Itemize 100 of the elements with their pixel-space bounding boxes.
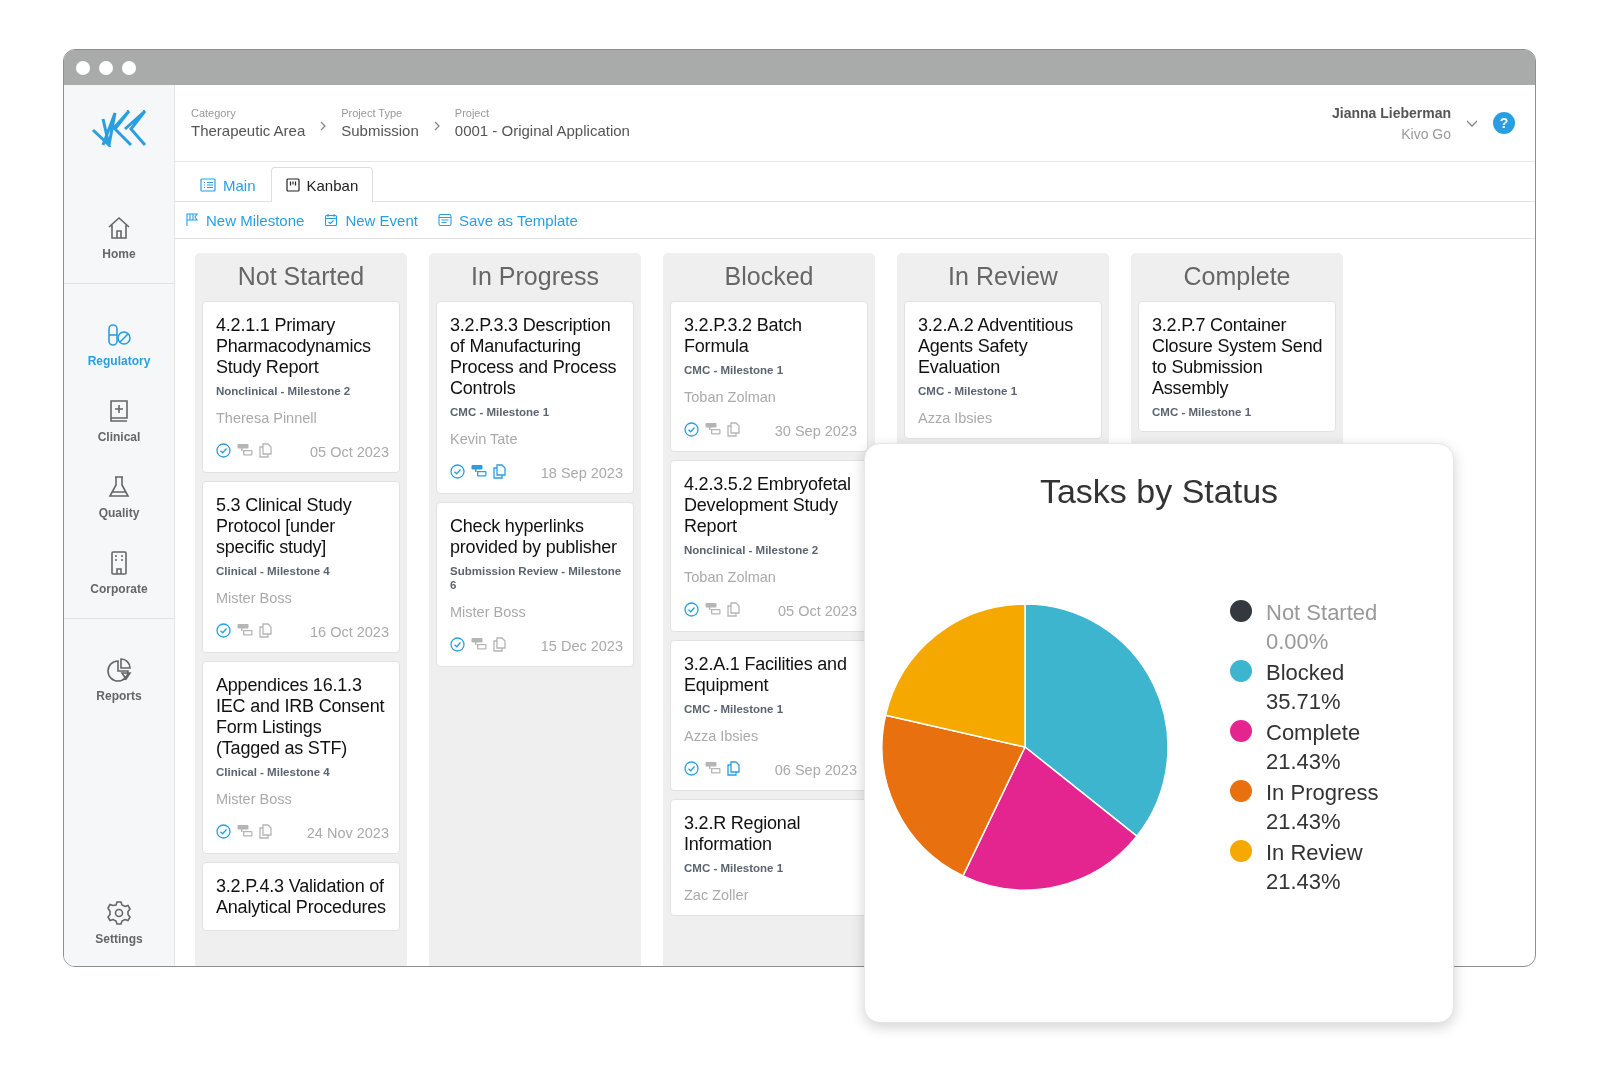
task-milestone: Nonclinical - Milestone 2 — [684, 543, 820, 557]
task-milestone: CMC - Milestone 1 — [684, 702, 785, 716]
task-card[interactable]: 5.3 Clinical Study Protocol [under specific study] Clinical - Milestone 4 Mister Boss 16 Oct 2023 — [202, 481, 400, 653]
comments-icon[interactable] — [471, 637, 487, 651]
task-due-date: 05 Oct 2023 — [778, 602, 857, 619]
comments-icon[interactable] — [705, 422, 721, 436]
chevron-down-icon[interactable] — [1465, 118, 1479, 128]
task-assignee: Kevin Tate — [450, 431, 519, 447]
task-title: 3.2.P.3.2 Batch Formula — [684, 315, 803, 357]
copy-icon[interactable] — [259, 442, 272, 458]
comments-icon[interactable] — [705, 761, 721, 775]
task-card[interactable]: Appendices 16.1.3 IEC and IRB Consent Form Listings (Tagged as STF) Clinical - Milestone 4 Mister Boss 24 Nov 2023 — [202, 661, 400, 854]
copy-icon[interactable] — [259, 823, 272, 839]
check-circle-icon[interactable] — [684, 760, 699, 776]
check-circle-icon[interactable] — [216, 442, 231, 458]
task-milestone: CMC - Milestone 1 — [450, 405, 551, 419]
task-title: 4.2.1.1 Primary Pharmacodynamics Study Report — [216, 315, 372, 378]
check-circle-icon[interactable] — [450, 463, 465, 479]
check-circle-icon[interactable] — [684, 421, 699, 437]
breadcrumb-link[interactable]: Therapeutic Area — [191, 122, 306, 139]
task-assignee: Azza Ibsies — [684, 728, 760, 744]
legend-percent: 21.43% — [1266, 808, 1342, 836]
chart-title: Tasks by Status — [1039, 472, 1279, 511]
task-card[interactable]: 3.2.P.3.2 Batch Formula CMC - Milestone 1 Toban Zolman 30 Sep 2023 — [670, 301, 868, 452]
task-due-date: 05 Oct 2023 — [310, 443, 389, 460]
column-title: Not Started — [236, 261, 366, 292]
check-circle-icon[interactable] — [450, 636, 465, 652]
task-due-date: 30 Sep 2023 — [774, 422, 857, 439]
breadcrumb-label: Project — [454, 107, 491, 119]
flag-icon — [185, 213, 199, 227]
window-control[interactable] — [76, 60, 90, 75]
task-card[interactable]: 3.2.P.3.3 Description of Manufacturing Process and Process Controls CMC - Milestone 1 Kevin Tate 18 Sep 2023 — [436, 301, 634, 494]
task-title: 3.2.A.2 Adventitious Agents Safety Evaluation — [918, 315, 1075, 378]
legend-percent: 21.43% — [1266, 748, 1342, 776]
column-title: In Review — [947, 261, 1059, 292]
legend-percent: 21.43% — [1266, 868, 1342, 896]
task-card[interactable]: 4.2.1.1 Primary Pharmacodynamics Study Report Nonclinical - Milestone 2 Theresa Pinnell 05 Oct 2023 — [202, 301, 400, 473]
breadcrumb-link[interactable]: 0001 - Original Application — [454, 122, 630, 139]
legend-label: In Progress — [1266, 779, 1379, 807]
organization-name: Kivo Go — [1401, 125, 1451, 142]
task-title: 3.2.A.1 Facilities and Equipment — [684, 654, 848, 696]
sidebar-item[interactable]: Reports — [64, 653, 174, 707]
comments-icon[interactable] — [471, 464, 487, 478]
sidebar-item[interactable]: Corporate — [64, 546, 174, 600]
task-card[interactable]: 3.2.P.7 Container Closure System Send to Submission Assembly CMC - Milestone 1 — [1138, 301, 1336, 432]
task-assignee: Toban Zolman — [684, 569, 777, 585]
check-circle-icon[interactable] — [216, 622, 231, 638]
copy-icon[interactable] — [259, 622, 272, 638]
pie-chart-icon — [106, 657, 132, 683]
task-milestone: CMC - Milestone 1 — [684, 861, 785, 875]
task-assignee: Azza Ibsies — [918, 410, 994, 426]
task-assignee: Toban Zolman — [684, 389, 777, 405]
task-milestone: CMC - Milestone 1 — [1152, 405, 1253, 419]
task-assignee: Mister Boss — [216, 590, 293, 606]
sidebar-item[interactable]: Clinical — [64, 394, 174, 448]
task-card[interactable]: 3.2.P.4.3 Validation of Analytical Procedures — [202, 862, 400, 931]
flask-icon — [106, 474, 132, 500]
task-milestone: Nonclinical - Milestone 2 — [216, 384, 352, 398]
sidebar-item[interactable]: Home — [64, 211, 174, 265]
chevron-right-icon — [432, 120, 441, 132]
task-title: Check hyperlinks provided by publisher — [450, 516, 618, 558]
comments-icon[interactable] — [705, 602, 721, 616]
pills-icon — [106, 322, 132, 348]
tab[interactable]: Kanban — [270, 167, 374, 202]
task-card[interactable]: 3.2.A.2 Adventitious Agents Safety Evaluation CMC - Milestone 1 Azza Ibsies — [904, 301, 1102, 439]
breadcrumb-link[interactable]: Submission — [341, 122, 419, 139]
breadcrumb-label: Category — [191, 107, 237, 119]
calendar-icon — [324, 213, 339, 227]
copy-icon[interactable] — [727, 421, 740, 437]
task-card[interactable]: Check hyperlinks provided by publisher Submission Review - Milestone 6 Mister Boss 15 Dec 2023 — [436, 502, 634, 667]
legend-label: Blocked — [1266, 659, 1345, 687]
comments-icon[interactable] — [237, 443, 253, 457]
task-assignee: Mister Boss — [216, 791, 293, 807]
task-title: 3.2.R Regional Information — [684, 813, 802, 855]
legend-label: Not Started — [1266, 599, 1378, 627]
task-assignee: Zac Zoller — [684, 887, 750, 903]
comments-icon[interactable] — [237, 824, 253, 838]
copy-icon[interactable] — [727, 760, 740, 776]
legend-percent: 0.00% — [1266, 628, 1330, 656]
sidebar-item[interactable]: Settings — [64, 896, 174, 950]
task-milestone: CMC - Milestone 1 — [918, 384, 1019, 398]
legend-percent: 35.71% — [1266, 688, 1342, 716]
copy-icon[interactable] — [727, 601, 740, 617]
task-due-date: 24 Nov 2023 — [306, 824, 389, 841]
sidebar-item[interactable]: Quality — [64, 470, 174, 524]
settings-icon — [106, 900, 132, 926]
task-due-date: 15 Dec 2023 — [540, 637, 623, 654]
chevron-right-icon — [319, 120, 328, 132]
task-assignee: Mister Boss — [450, 604, 527, 620]
task-assignee: Theresa Pinnell — [216, 410, 318, 426]
comments-icon[interactable] — [237, 623, 253, 637]
copy-icon[interactable] — [493, 636, 506, 652]
home-icon — [106, 215, 132, 241]
check-circle-icon[interactable] — [216, 823, 231, 839]
copy-icon[interactable] — [493, 463, 506, 479]
window-control[interactable] — [99, 60, 113, 75]
list-icon — [200, 178, 216, 192]
check-circle-icon[interactable] — [684, 601, 699, 617]
window-control[interactable] — [122, 60, 136, 75]
legend-label: Complete — [1266, 719, 1361, 747]
